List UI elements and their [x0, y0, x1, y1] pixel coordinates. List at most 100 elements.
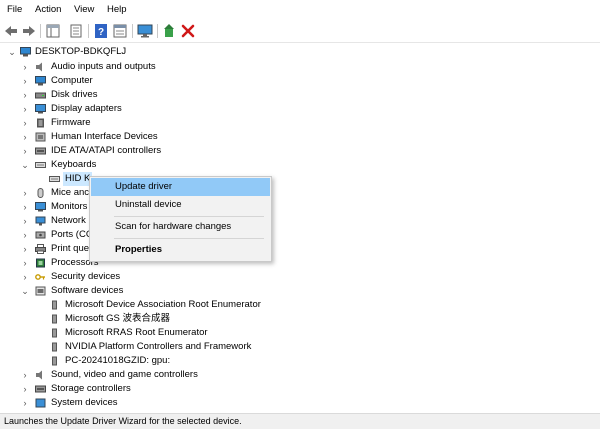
tree-item-display-adapters[interactable]: › Display adapters [0, 102, 300, 116]
tree-item-label: Monitors [51, 201, 88, 212]
tree-item-label: Print que [51, 243, 90, 254]
tree-item-label: Storage controllers [51, 383, 131, 394]
tree-item-disk-drives[interactable]: › Disk drives [0, 88, 300, 102]
sound-icon [36, 370, 42, 380]
tree-item-label: Software devices [51, 285, 124, 296]
svg-text:?: ? [98, 27, 104, 38]
tree-item-nvidia-platform[interactable]: NVIDIA Platform Controllers and Framewor… [0, 340, 320, 354]
update-driver-menu-item[interactable]: Update driver [91, 178, 270, 196]
chevron-right-icon[interactable]: › [21, 242, 29, 256]
toolbar-separator [132, 24, 133, 38]
tree-item-ms-gs-synth[interactable]: Microsoft GS 波表合成器 [0, 312, 300, 326]
chevron-right-icon[interactable]: › [21, 382, 29, 396]
monitor-icon[interactable] [137, 23, 153, 39]
tree-item-label: Human Interface Devices [51, 131, 158, 142]
chevron-right-icon[interactable]: › [21, 368, 29, 382]
disk-icon [35, 92, 46, 99]
chevron-right-icon[interactable]: › [21, 102, 29, 116]
tree-item-label: IDE ATA/ATAPI controllers [51, 145, 162, 156]
tree-item-ms-rras[interactable]: Microsoft RRAS Root Enumerator [0, 326, 300, 340]
tree-item-label: Computer [51, 75, 93, 86]
status-text: Launches the Update Driver Wizard for th… [4, 416, 242, 426]
tree-item-label: Keyboards [51, 159, 97, 170]
menu-separator [114, 238, 264, 239]
tree-item-ms-device-association[interactable]: Microsoft Device Association Root Enumer… [0, 298, 340, 312]
back-icon[interactable] [3, 23, 19, 39]
monitor-icon [35, 202, 46, 212]
device-icon [52, 300, 57, 310]
tree-root[interactable]: ⌄ DESKTOP-BDKQFLJ [0, 45, 300, 59]
tree-item-label: NVIDIA Platform Controllers and Framewor… [65, 341, 252, 352]
tree-item-label: Audio inputs and outputs [51, 61, 156, 72]
menu-view[interactable]: View [74, 4, 94, 15]
chevron-right-icon[interactable]: › [21, 256, 29, 270]
tree-item-software-devices[interactable]: ⌄ Software devices [0, 284, 300, 298]
tree-item-label: Microsoft Device Association Root Enumer… [65, 299, 261, 310]
chevron-right-icon[interactable]: › [21, 60, 29, 74]
tree-item-label: Microsoft GS 波表合成器 [65, 313, 171, 324]
tree-item-ide[interactable]: › IDE ATA/ATAPI controllers [0, 144, 300, 158]
menu-file[interactable]: File [7, 4, 22, 15]
cpu-icon [36, 258, 45, 268]
port-icon [35, 231, 46, 239]
tree-item-computer[interactable]: › Computer [0, 74, 300, 88]
mouse-icon [37, 188, 44, 198]
tree-item-label: Mice anc [51, 187, 90, 198]
tree-item-audio[interactable]: › Audio inputs and outputs [0, 60, 300, 74]
chevron-right-icon[interactable]: › [21, 186, 29, 200]
tree-item-storage[interactable]: › Storage controllers [0, 382, 300, 396]
toolbar-separator [157, 24, 158, 38]
chevron-right-icon[interactable]: › [21, 144, 29, 158]
menu-action[interactable]: Action [35, 4, 61, 15]
tree-item-security[interactable]: › Security devices [0, 270, 300, 284]
tree-item-label: Microsoft RRAS Root Enumerator [65, 327, 208, 338]
software-icon [35, 286, 46, 296]
forward-icon[interactable] [21, 23, 37, 39]
chevron-right-icon[interactable]: › [21, 396, 29, 410]
network-icon [35, 216, 46, 226]
tree-item-hid[interactable]: › Human Interface Devices [0, 130, 300, 144]
status-bar: Launches the Update Driver Wizard for th… [0, 413, 600, 429]
update-driver-icon[interactable] [162, 23, 178, 39]
properties-menu-item[interactable]: Properties [91, 241, 270, 259]
toolbar-separator [40, 24, 41, 38]
scan-hardware-menu-item[interactable]: Scan for hardware changes [91, 218, 270, 236]
tree-item-label: Sound, video and game controllers [51, 369, 198, 380]
tree-item-firmware[interactable]: › Firmware [0, 116, 300, 130]
chip-icon [37, 118, 44, 128]
chevron-down-icon[interactable]: ⌄ [21, 284, 29, 298]
show-hide-tree-icon[interactable] [45, 23, 61, 39]
device-icon [52, 342, 57, 352]
device-icon [52, 356, 57, 366]
hid-icon [35, 132, 46, 142]
chevron-down-icon[interactable]: ⌄ [21, 158, 29, 172]
tree-item-system-devices[interactable]: › System devices [0, 396, 300, 410]
chevron-right-icon[interactable]: › [21, 214, 29, 228]
chevron-right-icon[interactable]: › [21, 88, 29, 102]
context-menu: Update driver Uninstall device Scan for … [89, 176, 272, 262]
chevron-right-icon[interactable]: › [21, 200, 29, 214]
tree-item-keyboards[interactable]: ⌄ Keyboards [0, 158, 300, 172]
help-icon[interactable]: ? [93, 23, 109, 39]
chevron-right-icon[interactable]: › [21, 116, 29, 130]
computer-icon [35, 76, 46, 86]
ide-icon [35, 147, 46, 155]
tree-root-label: DESKTOP-BDKQFLJ [35, 46, 127, 57]
properties-icon[interactable] [68, 23, 84, 39]
uninstall-icon[interactable] [180, 23, 196, 39]
chevron-right-icon[interactable]: › [21, 74, 29, 88]
system-icon [35, 398, 46, 408]
view-icon[interactable] [112, 23, 128, 39]
tree-item-pc-gpu[interactable]: PC-20241018GZID: gpu: [0, 354, 300, 368]
chevron-right-icon[interactable]: › [21, 130, 29, 144]
chevron-right-icon[interactable]: › [21, 228, 29, 242]
tree-item-label: Network [51, 215, 86, 226]
chevron-down-icon[interactable]: ⌄ [8, 45, 16, 59]
device-icon [52, 314, 57, 324]
tree-item-label: Display adapters [51, 103, 122, 114]
uninstall-device-menu-item[interactable]: Uninstall device [91, 196, 270, 214]
menu-help[interactable]: Help [107, 4, 127, 15]
tree-item-sound[interactable]: › Sound, video and game controllers [0, 368, 300, 382]
printer-icon [35, 244, 46, 254]
chevron-right-icon[interactable]: › [21, 270, 29, 284]
